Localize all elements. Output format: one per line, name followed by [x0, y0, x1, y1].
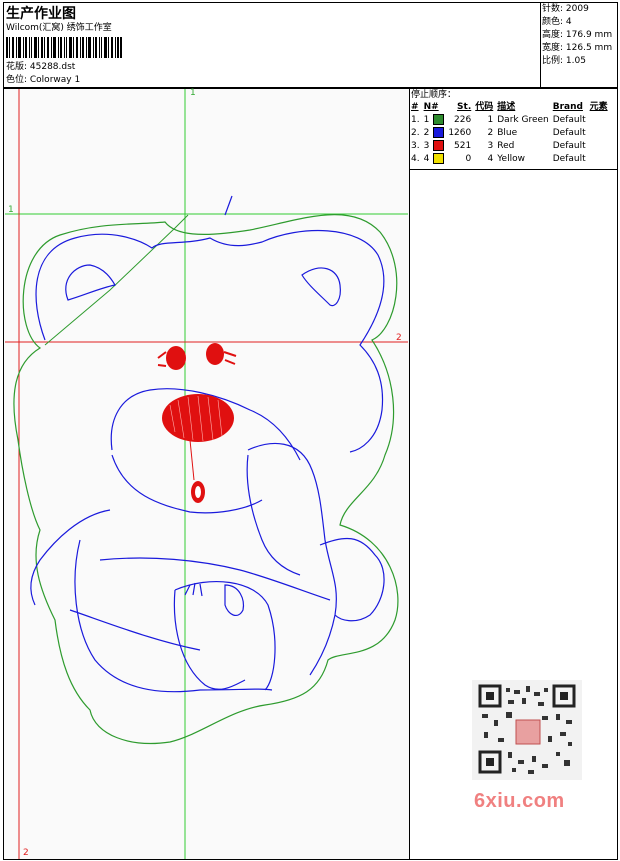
- watermark-text: 6xiu.com: [474, 790, 565, 812]
- nose-stitch-line: [189, 439, 195, 481]
- axis-label-v1: 1: [190, 88, 196, 98]
- bear-belly-line: [99, 557, 331, 601]
- bear-arm-inner: [246, 454, 301, 576]
- bear-right-eye: [206, 343, 237, 365]
- bear-mouth: [191, 481, 205, 503]
- bear-left-eye: [157, 346, 186, 370]
- bear-right-paw: [319, 537, 385, 622]
- axis-label-v2: 2: [23, 848, 29, 858]
- qr-code-watermark: [472, 680, 582, 780]
- bear-right-ear: [301, 267, 341, 307]
- bear-body-bottom: [74, 539, 273, 693]
- bear-cheek: [69, 609, 201, 651]
- bear-left-ear: [65, 264, 116, 301]
- bear-snout-area: [111, 454, 263, 514]
- green-stitch-line: [44, 214, 189, 346]
- axis-label-h2: 2: [396, 333, 402, 343]
- top-stitch-mark: [224, 195, 233, 216]
- bear-foot-pad: [224, 584, 245, 617]
- axis-label-h1: 1: [8, 205, 14, 215]
- bear-nose: [162, 394, 234, 442]
- bear-arm: [247, 442, 337, 676]
